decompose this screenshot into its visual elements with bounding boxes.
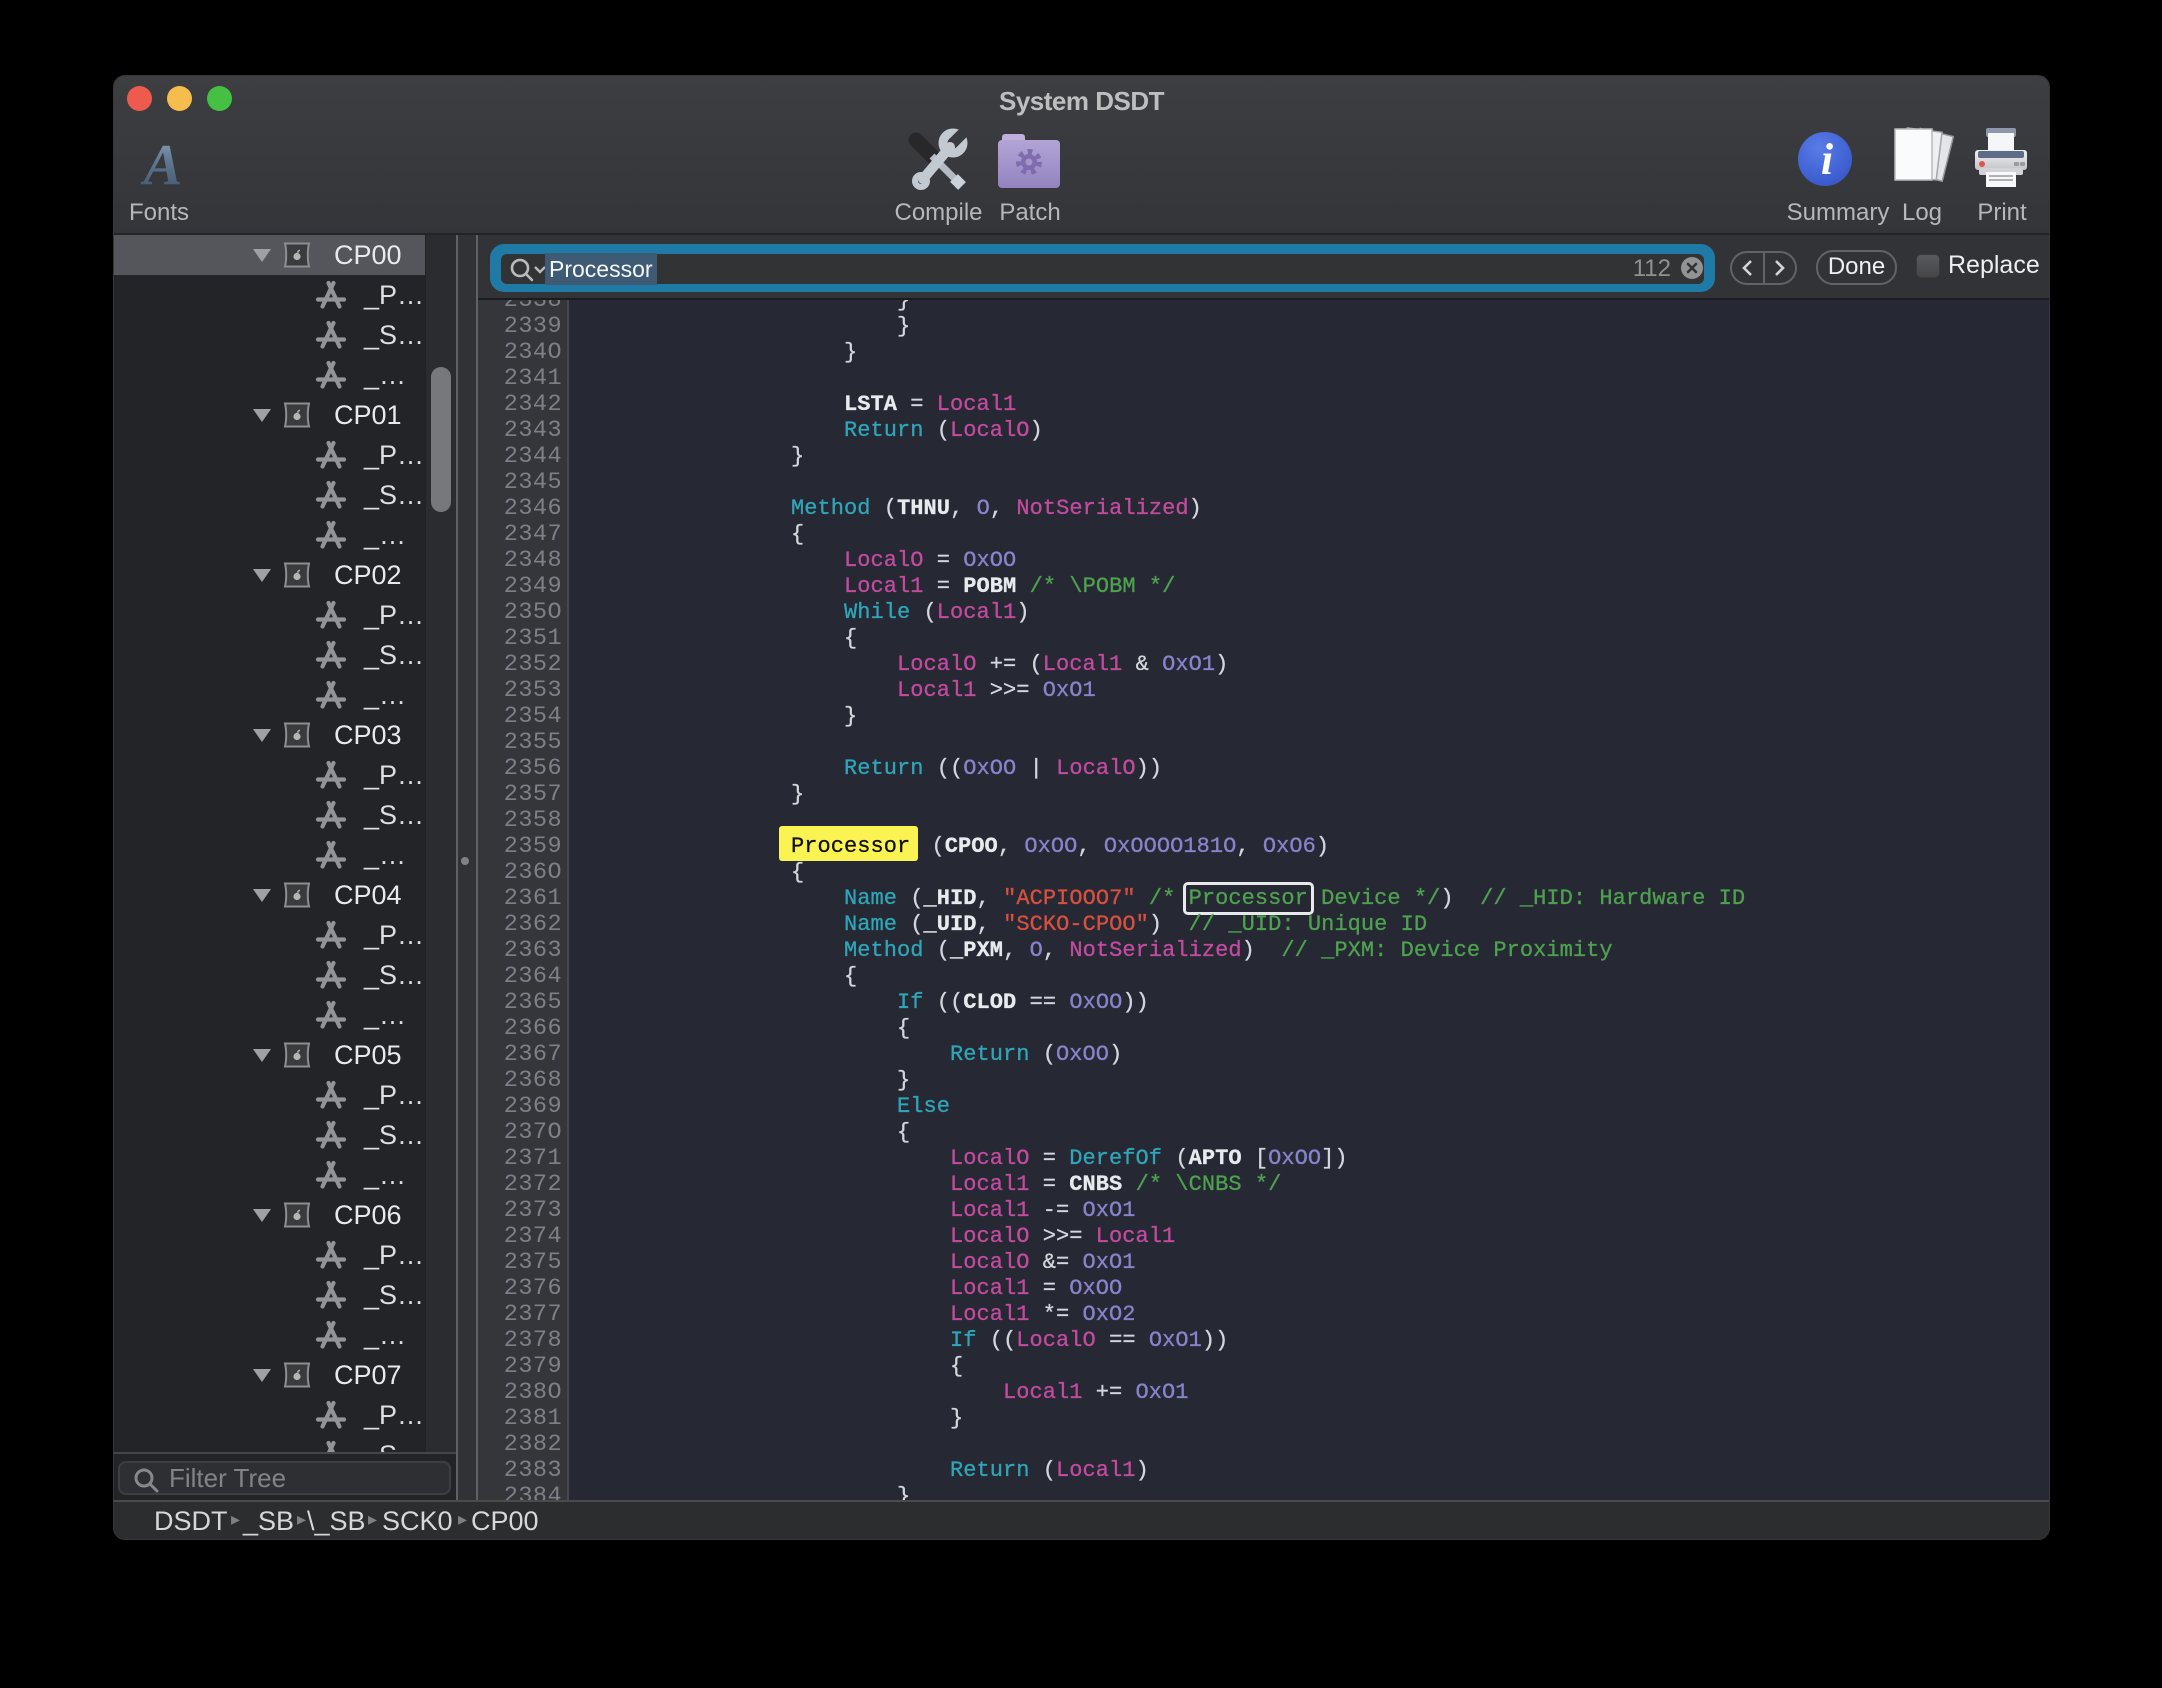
svg-text:i: i <box>1821 135 1834 184</box>
svg-text:A: A <box>141 136 183 196</box>
